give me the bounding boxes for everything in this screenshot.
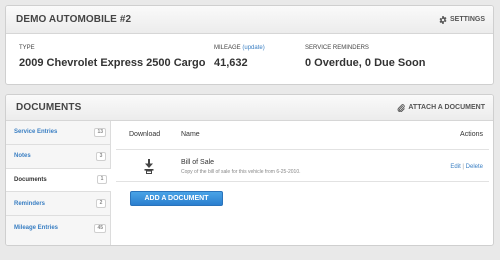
- settings-label[interactable]: SETTINGS: [450, 16, 485, 23]
- mileage-stat: MILEAGE (update) 41,632: [214, 44, 305, 69]
- attach-document-link[interactable]: ATTACH A DOCUMENT: [397, 103, 485, 112]
- documents-panel: DOCUMENTS ATTACH A DOCUMENT Service Entr…: [5, 94, 494, 246]
- vehicle-title: DEMO AUTOMOBILE #2: [16, 14, 132, 25]
- column-header-download: Download: [129, 131, 161, 138]
- sidebar-item-reminders[interactable]: Reminders 2: [6, 192, 110, 217]
- attach-document-label[interactable]: ATTACH A DOCUMENT: [408, 104, 485, 111]
- documents-sidebar: Service Entries 13 Notes 3 Documents 1 R…: [6, 121, 111, 245]
- documents-table: Download Name Actions Bill of Sale Copy …: [111, 121, 493, 245]
- sidebar-item-documents[interactable]: Documents 1: [6, 168, 111, 193]
- sidebar-item-label[interactable]: Mileage Entries: [14, 225, 58, 231]
- sidebar-item-label[interactable]: Documents: [14, 177, 47, 183]
- edit-link[interactable]: Edit: [450, 164, 460, 170]
- type-label: TYPE: [19, 45, 35, 51]
- mileage-label-wrap: MILEAGE (update): [214, 44, 305, 52]
- add-document-button[interactable]: ADD A DOCUMENT: [130, 191, 223, 206]
- column-header-actions: Actions: [460, 131, 483, 138]
- sidebar-item-service-entries[interactable]: Service Entries 13: [6, 121, 110, 145]
- type-stat: TYPE 2009 Chevrolet Express 2500 Cargo: [19, 44, 214, 69]
- mileage-label: MILEAGE: [214, 45, 241, 51]
- vehicle-panel: DEMO AUTOMOBILE #2 SETTINGS TYPE 2009 Ch…: [5, 5, 494, 85]
- service-label: SERVICE REMINDERS: [305, 45, 369, 51]
- type-value: 2009 Chevrolet Express 2500 Cargo: [19, 57, 206, 69]
- vehicle-panel-header: DEMO AUTOMOBILE #2 SETTINGS: [6, 6, 493, 34]
- mileage-update-link[interactable]: (update): [242, 45, 264, 51]
- sidebar-item-count: 13: [94, 127, 106, 137]
- service-value: 0 Overdue, 0 Due Soon: [305, 57, 426, 69]
- document-description: Copy of the bill of sale for this vehicl…: [181, 169, 301, 175]
- documents-panel-header: DOCUMENTS ATTACH A DOCUMENT: [6, 95, 493, 121]
- sidebar-item-count: 2: [96, 199, 106, 209]
- document-actions: Edit | Delete: [450, 164, 483, 170]
- sidebar-item-count: 3: [96, 151, 106, 161]
- download-icon[interactable]: [144, 159, 154, 179]
- delete-link[interactable]: Delete: [466, 164, 483, 170]
- gear-icon: [439, 15, 447, 24]
- paperclip-icon: [397, 103, 406, 112]
- settings-link[interactable]: SETTINGS: [439, 15, 485, 24]
- action-separator: |: [462, 164, 464, 170]
- header-divider: [116, 149, 489, 150]
- sidebar-item-count: 1: [97, 175, 107, 185]
- sidebar-item-mileage-entries[interactable]: Mileage Entries 45: [6, 216, 110, 240]
- column-header-name: Name: [181, 131, 200, 138]
- documents-title: DOCUMENTS: [16, 102, 82, 113]
- document-name: Bill of Sale: [181, 159, 215, 166]
- sidebar-item-label[interactable]: Reminders: [14, 201, 45, 207]
- row-divider: [116, 181, 489, 182]
- sidebar-item-label[interactable]: Notes: [14, 153, 31, 159]
- sidebar-item-label[interactable]: Service Entries: [14, 129, 57, 135]
- sidebar-item-notes[interactable]: Notes 3: [6, 145, 110, 169]
- sidebar-item-count: 45: [94, 223, 106, 233]
- mileage-value: 41,632: [214, 57, 248, 69]
- service-stat: SERVICE REMINDERS 0 Overdue, 0 Due Soon: [305, 44, 425, 69]
